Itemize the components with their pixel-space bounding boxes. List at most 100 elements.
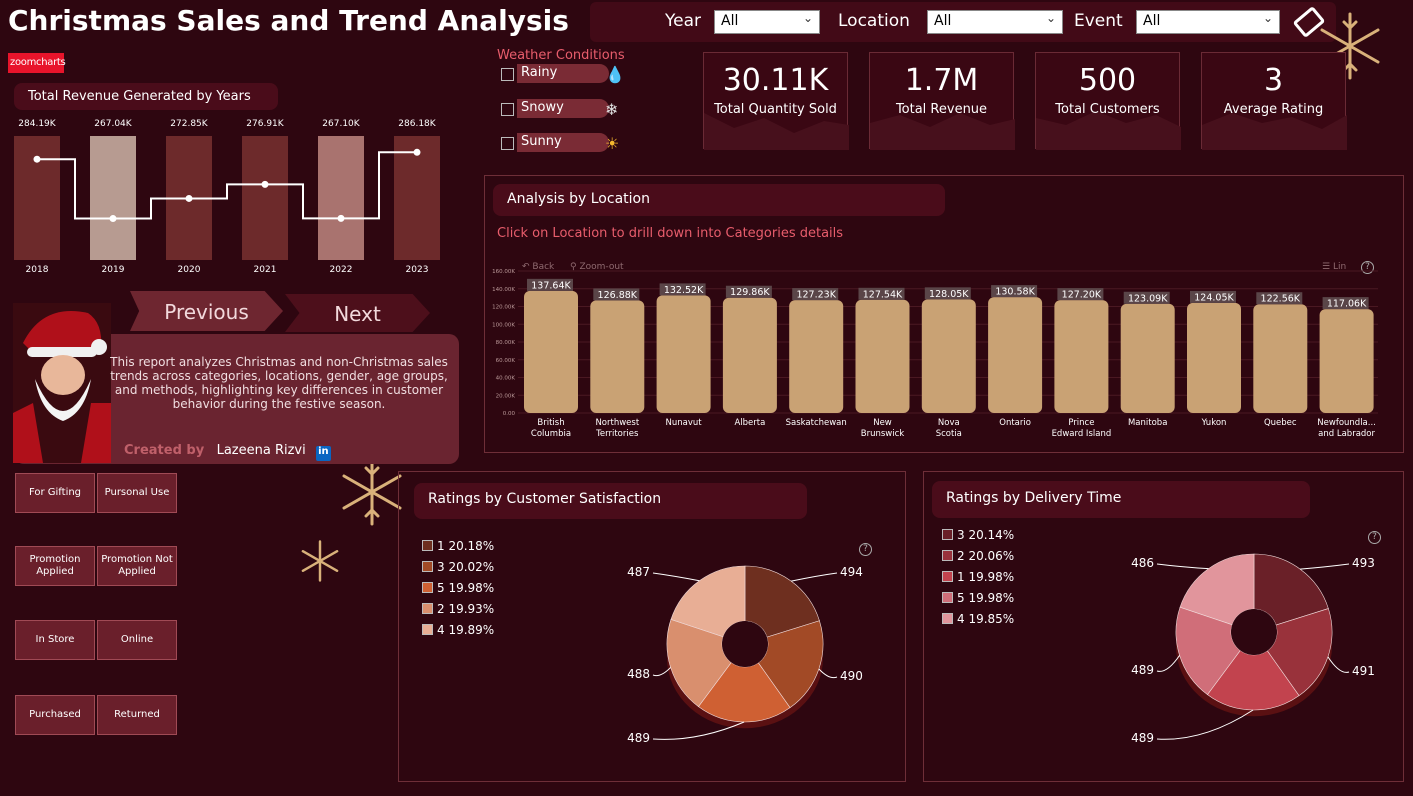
legend-item[interactable]: 1 20.18% (422, 539, 494, 560)
returned-button[interactable]: Returned (97, 695, 177, 735)
kpi-card-revenue: 1.7M Total Revenue (869, 52, 1015, 150)
legend-swatch (942, 613, 953, 624)
location-tick-label: and Labrador (1318, 429, 1375, 439)
legend-swatch (422, 540, 433, 551)
event-filter-select[interactable]: All ⌄ (1136, 10, 1280, 34)
droplet-icon: 💧 (605, 65, 625, 84)
location-bar (1120, 303, 1175, 413)
legend-swatch (942, 529, 953, 540)
location-tick-label: Ontario (999, 418, 1031, 428)
location-drill-hint: Click on Location to drill down into Cat… (497, 226, 844, 241)
kpi-value: 1.7M (904, 63, 979, 98)
checkbox[interactable] (501, 137, 514, 150)
kpi-card-customers: 500 Total Customers (1035, 52, 1181, 150)
pie-leader-line (652, 572, 700, 582)
pie-data-label: 489 (1131, 731, 1154, 745)
checkbox[interactable] (501, 68, 514, 81)
revenue-panel-title: Total Revenue Generated by Years (14, 83, 278, 110)
y-tick-label: 60.00K (496, 358, 516, 364)
delivery-pie-chart: 493 491 489 489 486 (1131, 553, 1375, 745)
in-store-button[interactable]: In Store (15, 620, 95, 660)
year-filter-value: All (721, 13, 739, 29)
legend-swatch (422, 582, 433, 593)
legend-label: 4 19.85% (957, 612, 1015, 626)
legend-swatch (942, 592, 953, 603)
legend-label: 2 19.93% (437, 602, 495, 616)
kpi-card-quantity: 30.11K Total Quantity Sold (703, 52, 849, 150)
year-bar-label: 276.91K (246, 119, 284, 129)
promotion-not-applied-button[interactable]: Promotion Not Applied (97, 546, 177, 586)
location-tick-label: Prince (1068, 418, 1094, 428)
delivery-legend: 3 20.14% 2 20.06% 1 19.98% 5 19.98% 4 19.85% (942, 528, 1014, 633)
report-description: This report analyzes Christmas and non-C… (110, 355, 448, 411)
location-panel-title: Analysis by Location (493, 184, 945, 216)
created-by-label: Created by (124, 443, 205, 458)
y-tick-label: 80.00K (496, 340, 516, 346)
y-tick-label: 100.00K (492, 322, 515, 328)
year-filter-label: Year (665, 11, 701, 31)
location-bar-label: 117.06K (1327, 299, 1367, 310)
location-bar-label: 122.56K (1261, 294, 1301, 305)
location-bar-label: 129.86K (730, 287, 770, 298)
legend-item[interactable]: 5 19.98% (942, 591, 1014, 612)
legend-label: 3 20.02% (437, 560, 495, 574)
next-button[interactable]: Next (285, 294, 430, 332)
year-bar (14, 136, 60, 260)
legend-item[interactable]: 1 19.98% (942, 570, 1014, 591)
y-tick-label: 0.00 (503, 411, 516, 417)
year-tick-label: 2023 (406, 265, 429, 275)
revenue-by-year-chart: 284.19K 2018 267.04K 2019 272.85K 2020 276.91K… (14, 119, 440, 275)
legend-swatch (942, 550, 953, 561)
location-bar (1253, 304, 1308, 413)
satisfaction-panel-title: Ratings by Customer Satisfaction (414, 483, 807, 519)
year-bar-label: 286.18K (398, 119, 436, 129)
author-name: Lazeena Rizvi (216, 443, 306, 458)
pie-data-label: 487 (627, 565, 650, 579)
location-bar-label: 127.20K (1062, 290, 1102, 301)
location-bar-label: 123.09K (1128, 293, 1168, 304)
legend-item[interactable]: 4 19.89% (422, 623, 494, 644)
revenue-point (261, 180, 269, 188)
pie-leader-line (1156, 563, 1209, 570)
year-filter-select[interactable]: All ⌄ (714, 10, 820, 34)
location-tick-label: Saskatchewan (786, 418, 847, 428)
pie-data-label: 491 (1352, 664, 1375, 678)
location-tick-label: New (873, 418, 892, 428)
online-button[interactable]: Online (97, 620, 177, 660)
location-filter-label: Location (838, 11, 910, 31)
for-gifting-button[interactable]: For Gifting (15, 473, 95, 513)
personal-use-button[interactable]: Pursonal Use (97, 473, 177, 513)
pie-data-label: 494 (840, 565, 863, 579)
pie-data-label: 489 (627, 731, 650, 745)
kpi-label: Average Rating (1223, 102, 1324, 117)
kpi-value: 30.11K (722, 63, 829, 98)
legend-swatch (422, 624, 433, 635)
legend-item[interactable]: 2 19.93% (422, 602, 494, 623)
promotion-applied-button[interactable]: Promotion Applied (15, 546, 95, 586)
previous-button[interactable]: Previous (130, 291, 283, 331)
legend-label: 5 19.98% (437, 581, 495, 595)
chevron-down-icon: ⌄ (1262, 11, 1273, 25)
purchased-button[interactable]: Purchased (15, 695, 95, 735)
linkedin-icon[interactable]: in (315, 446, 331, 461)
legend-item[interactable]: 5 19.98% (422, 581, 494, 602)
legend-item[interactable]: 3 20.14% (942, 528, 1014, 549)
y-tick-label: 20.00K (496, 393, 516, 399)
legend-swatch (422, 561, 433, 572)
page-title: Christmas Sales and Trend Analysis (8, 4, 569, 37)
pie-leader-line (1327, 656, 1350, 673)
location-bar-label: 130.58K (995, 287, 1035, 298)
location-filter-select[interactable]: All ⌄ (927, 10, 1063, 34)
legend-item[interactable]: 4 19.85% (942, 612, 1014, 633)
kpi-label: Total Customers (1055, 102, 1160, 117)
legend-item[interactable]: 2 20.06% (942, 549, 1014, 570)
legend-label: 1 19.98% (957, 570, 1015, 584)
weather-option-label: Snowy (517, 99, 609, 118)
legend-item[interactable]: 3 20.02% (422, 560, 494, 581)
location-bar (921, 299, 976, 413)
legend-label: 4 19.89% (437, 623, 495, 637)
checkbox[interactable] (501, 103, 514, 116)
location-tick-label: Northwest (595, 418, 639, 428)
legend-label: 2 20.06% (957, 549, 1015, 563)
year-bar-label: 272.85K (170, 119, 208, 129)
